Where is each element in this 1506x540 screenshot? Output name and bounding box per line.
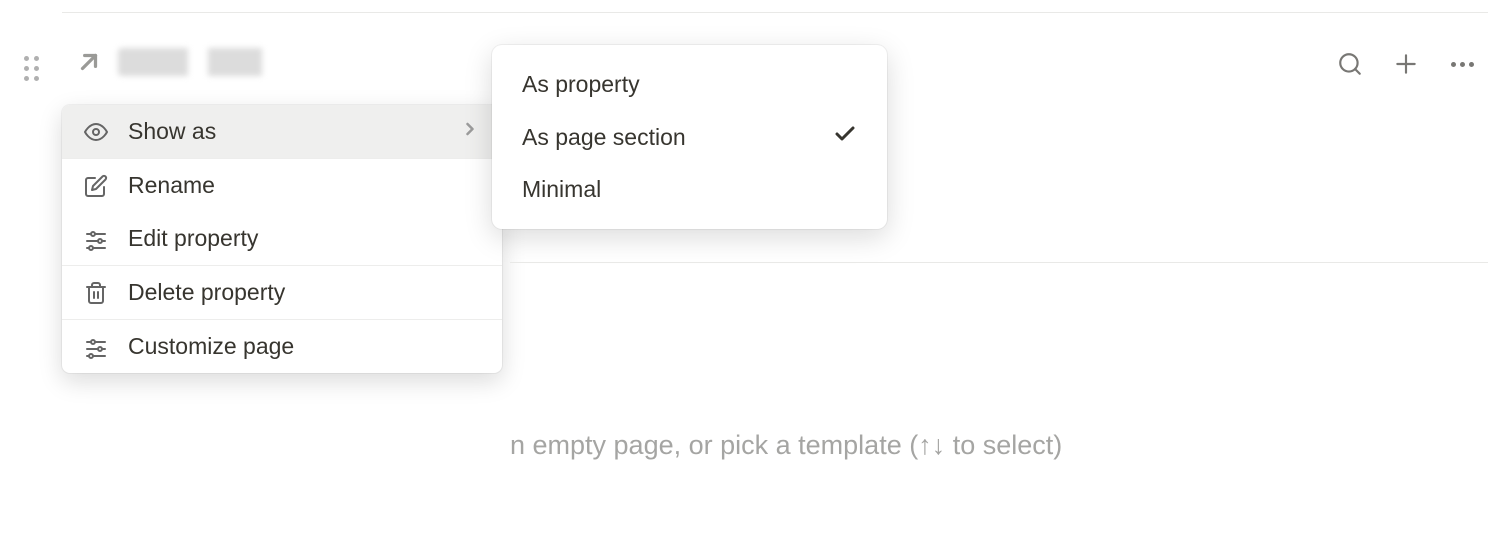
arrow-up-right-icon <box>76 49 102 75</box>
submenu-item-label: As property <box>522 71 857 98</box>
menu-item-label: Show as <box>128 118 440 145</box>
menu-item-label: Rename <box>128 172 480 199</box>
add-button[interactable] <box>1392 50 1420 78</box>
more-button[interactable] <box>1448 50 1476 78</box>
menu-item-customize-page[interactable]: Customize page <box>62 320 502 373</box>
submenu-item-label: As page section <box>522 124 821 151</box>
dots-horizontal-icon <box>1451 62 1474 67</box>
property-title-blurred <box>118 48 318 76</box>
menu-item-label: Edit property <box>128 225 480 252</box>
header-actions <box>1336 50 1476 78</box>
plus-icon <box>1393 51 1419 77</box>
check-icon <box>833 122 857 152</box>
search-icon <box>1337 51 1363 77</box>
divider <box>62 12 1488 13</box>
context-menu: Show as Rename Edit prop <box>62 105 502 373</box>
submenu-item-as-property[interactable]: As property <box>492 59 887 110</box>
chevron-right-icon <box>460 118 480 145</box>
sliders-icon <box>84 227 108 251</box>
menu-item-label: Customize page <box>128 333 480 360</box>
empty-page-placeholder: n empty page, or pick a template (↑↓ to … <box>510 430 1062 461</box>
submenu-item-minimal[interactable]: Minimal <box>492 164 887 215</box>
drag-handle-icon[interactable] <box>24 56 46 84</box>
menu-item-label: Delete property <box>128 279 480 306</box>
search-button[interactable] <box>1336 50 1364 78</box>
menu-item-show-as[interactable]: Show as <box>62 105 502 158</box>
rename-icon <box>84 174 108 198</box>
eye-icon <box>84 120 108 144</box>
sliders-icon <box>84 335 108 359</box>
property-row <box>76 48 318 76</box>
menu-item-edit-property[interactable]: Edit property <box>62 212 502 265</box>
submenu-item-label: Minimal <box>522 176 857 203</box>
submenu-item-as-page-section[interactable]: As page section <box>492 110 887 164</box>
menu-item-rename[interactable]: Rename <box>62 159 502 212</box>
menu-item-delete-property[interactable]: Delete property <box>62 266 502 319</box>
trash-icon <box>84 281 108 305</box>
divider <box>510 262 1488 263</box>
show-as-submenu: As property As page section Minimal <box>492 45 887 229</box>
